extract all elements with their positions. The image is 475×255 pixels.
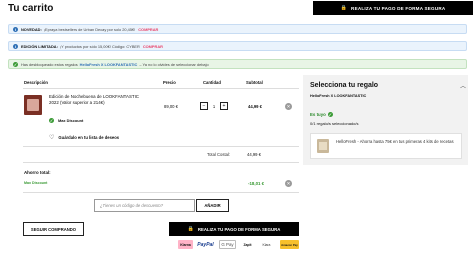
chevron-up-icon[interactable]: ︿ xyxy=(460,81,466,90)
add-to-wishlist[interactable]: ♡ Guárdalo en tu lista de deseos xyxy=(49,134,119,141)
product-name[interactable]: Edición de Nochebuena de LOOKFANTASTIC 2… xyxy=(49,94,144,106)
info-icon: i xyxy=(13,26,18,32)
heart-icon: ♡ xyxy=(49,135,55,141)
payment-amazon-pay: Amazon Pay xyxy=(280,240,299,249)
banner-text: Has desbloqueado estos regalos xyxy=(21,61,78,67)
gift-free-label: Es tuyo ✓ xyxy=(310,112,333,117)
payment-paypal: PayPal xyxy=(197,241,214,248)
item-price: 89,00 € xyxy=(164,104,178,109)
page-title: Tu carrito xyxy=(8,3,54,14)
banner-buy-link[interactable]: COMPRAR xyxy=(143,44,163,49)
payment-klarna: Klarna xyxy=(178,240,193,249)
gift-panel-title: Selecciona tu regalo xyxy=(310,82,379,89)
col-description: Descripción xyxy=(24,80,48,85)
discount-badge: ✓ Max Discount xyxy=(49,118,83,123)
payment-gpay: G Pay xyxy=(219,240,236,249)
check-icon: ✓ xyxy=(49,118,54,123)
savings-divider xyxy=(23,192,299,193)
banner-label: EDICIÓN LIMITADA: xyxy=(21,43,58,49)
payment-klara: Klara xyxy=(262,242,271,247)
remove-item-button[interactable]: ✕ xyxy=(285,103,292,110)
coupon-input[interactable]: ¿Tienes un código de descuento? xyxy=(94,199,195,212)
promo-banner-limited: i EDICIÓN LIMITADA: ¡Y productos por sól… xyxy=(8,41,467,51)
gift-subtitle: HelloFresh X LOOKFANTASTIC xyxy=(310,94,367,98)
banner-text: ¡Epraya bestsellers de Urban Decay por s… xyxy=(43,26,136,32)
total-label: Total Costal: xyxy=(207,152,231,157)
product-image[interactable] xyxy=(24,95,42,115)
lock-icon: 🔒 xyxy=(187,226,194,232)
continue-shopping-button[interactable]: SEGUIR COMPRANDO xyxy=(23,222,84,236)
banner-label: NOVEDAD: xyxy=(21,26,42,32)
col-subtotal: Subtotal xyxy=(246,80,263,85)
discount-label: Max Discount xyxy=(58,118,84,123)
savings-detail: Max Discount xyxy=(24,181,48,185)
items-divider xyxy=(23,146,299,147)
secure-checkout-label: REALIZA TU PAGO DE FORMA SEGURA xyxy=(351,5,446,11)
quantity-stepper: − 1 + xyxy=(200,102,228,110)
col-quantity: Cantidad xyxy=(203,80,221,85)
banner-highlight: HelloFresh X LOOKFANTASTIC xyxy=(79,61,138,67)
secure-checkout-button-top[interactable]: 🔒 REALIZA TU PAGO DE FORMA SEGURA xyxy=(313,1,473,15)
promo-banner-new: i NOVEDAD: ¡Epraya bestsellers de Urban … xyxy=(8,24,467,34)
gift-unlocked-banner: ✓ Has desbloqueado estos regalos HelloFr… xyxy=(8,59,467,69)
total-value: 44,99 € xyxy=(247,152,261,157)
banner-text: ¡Y productos por sólo 15,00€! Código: CY… xyxy=(59,43,140,49)
savings-value: -18,01 € xyxy=(248,181,265,186)
remove-discount-button[interactable]: ✕ xyxy=(285,180,292,187)
secure-checkout-button[interactable]: 🔒 REALIZA TU PAGO DE FORMA SEGURA xyxy=(169,222,299,236)
item-subtotal: 44,99 € xyxy=(248,104,262,109)
gift-option-card[interactable] xyxy=(310,133,462,159)
decrease-quantity-button[interactable]: − xyxy=(200,102,208,110)
gift-selection-count: 0/1 regalo/s seleccionado/s xyxy=(310,121,359,126)
lock-icon: 🔒 xyxy=(340,5,348,11)
header-divider xyxy=(23,88,299,89)
savings-label: Ahorro total: xyxy=(24,170,51,175)
gift-option-image[interactable] xyxy=(317,139,329,153)
banner-rest: – Ya no lo olvides de seleccionar debajo xyxy=(139,61,209,67)
info-icon: i xyxy=(13,43,18,49)
total-divider xyxy=(23,162,299,163)
wishlist-label: Guárdalo en tu lista de deseos xyxy=(58,135,120,140)
apply-coupon-button[interactable]: AÑADIR xyxy=(196,199,229,212)
gift-free-text: Es tuyo xyxy=(310,112,326,117)
secure-checkout-label: REALIZA TU PAGO DE FORMA SEGURA xyxy=(197,226,281,232)
payment-zapit: Zapit xyxy=(243,242,252,247)
increase-quantity-button[interactable]: + xyxy=(220,102,228,110)
check-icon: ✓ xyxy=(327,112,333,117)
quantity-value[interactable]: 1 xyxy=(208,104,220,109)
gift-option-description[interactable]: HelloFresh - Ahorra hasta 75€ en tus pri… xyxy=(336,139,454,145)
banner-buy-link[interactable]: COMPRAR xyxy=(138,27,158,32)
col-price: Precio xyxy=(163,80,176,85)
check-icon: ✓ xyxy=(13,61,18,67)
